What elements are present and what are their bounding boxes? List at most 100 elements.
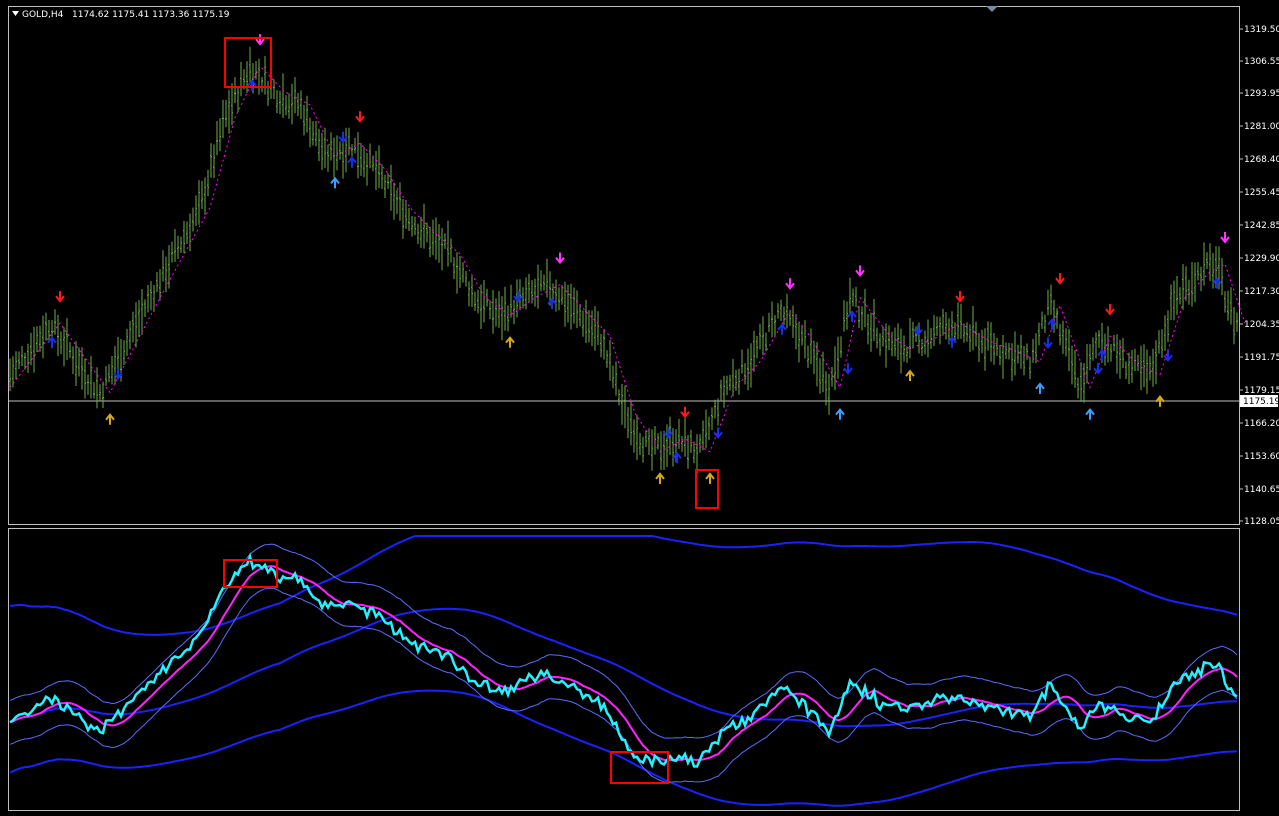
price-bar <box>501 296 503 341</box>
tick-label-5: 1255.45 <box>1244 188 1279 198</box>
price-bar <box>1116 334 1118 374</box>
price-bar <box>429 226 431 258</box>
price-bar <box>765 332 767 352</box>
tick-label-9: 1204.35 <box>1244 320 1279 330</box>
price-bar <box>141 288 143 335</box>
price-bar <box>66 318 68 361</box>
price-bar <box>1059 323 1061 346</box>
chart-canvas[interactable]: GOLD,H4 1174.62 1175.41 1173.36 1175.19 … <box>0 0 1279 812</box>
price-bar <box>360 143 362 177</box>
price-bar <box>129 320 131 350</box>
sell-arrow-icon <box>1105 303 1115 316</box>
price-bar <box>573 287 575 324</box>
price-bar <box>870 312 872 352</box>
price-bar <box>792 305 794 338</box>
price-bar <box>633 419 635 453</box>
price-bar <box>576 290 578 329</box>
price-bar <box>156 272 158 293</box>
price-bar <box>699 434 701 453</box>
price-bar <box>705 409 707 449</box>
price-bar <box>1164 315 1166 351</box>
price-bar <box>375 151 377 190</box>
symbol-label: GOLD,H4 <box>22 10 64 20</box>
sell-arrow-icon <box>955 291 965 303</box>
price-bar <box>195 195 197 226</box>
price-bar <box>1029 357 1031 380</box>
price-bar <box>816 342 818 387</box>
buy-arrow-icon <box>1085 408 1095 420</box>
price-bar <box>246 61 248 93</box>
tick-13: 1153.60 <box>1239 452 1279 462</box>
price-bars <box>9 46 1238 475</box>
price-bar <box>645 430 647 448</box>
price-bar <box>456 252 458 294</box>
price-bar <box>861 306 863 331</box>
price-bar <box>231 83 233 126</box>
tick-label-11: 1179.15 <box>1244 386 1279 396</box>
price-bar <box>1158 330 1160 354</box>
tick-label-12: 1166.20 <box>1244 419 1279 429</box>
price-bar <box>552 283 554 301</box>
tick-7: 1229.90 <box>1239 254 1279 264</box>
tick-label-2: 1293.95 <box>1244 89 1279 99</box>
sell-arrow-icon <box>1055 273 1065 285</box>
price-bar <box>825 371 827 406</box>
price-bar <box>1050 284 1052 315</box>
price-bar <box>693 441 695 464</box>
price-bar <box>99 384 101 402</box>
price-bar <box>558 287 560 311</box>
chart-window[interactable]: GOLD,H4 1174.62 1175.41 1173.36 1175.19 … <box>0 0 1279 812</box>
price-bar <box>1113 334 1115 352</box>
price-bar <box>186 221 188 244</box>
shift-marker-icon[interactable] <box>986 6 998 12</box>
price-bar <box>207 169 209 196</box>
price-bar <box>1194 262 1196 303</box>
price-bar <box>591 310 593 347</box>
tick-1: 1306.55 <box>1239 57 1279 67</box>
price-bar <box>390 164 392 211</box>
price-bar <box>702 420 704 451</box>
price-bar <box>213 144 215 178</box>
tick-label-3: 1281.00 <box>1244 122 1279 132</box>
price-bar <box>969 324 971 352</box>
price-bar <box>339 141 341 160</box>
price-bar <box>42 315 44 359</box>
price-bar <box>852 288 854 307</box>
price-bar <box>678 419 680 449</box>
price-bar <box>204 177 206 216</box>
price-bar <box>1227 290 1229 321</box>
price-bar <box>555 279 557 312</box>
price-bar <box>459 255 461 288</box>
price-bar <box>282 73 284 118</box>
tick-15: 1128.05 <box>1239 517 1279 527</box>
price-bar <box>900 328 902 374</box>
price-bar <box>690 429 692 453</box>
price-bar <box>465 271 467 287</box>
price-bar <box>201 180 203 210</box>
price-bar <box>36 326 38 352</box>
price-bar <box>183 220 185 254</box>
price-bar <box>222 99 224 139</box>
price-bar <box>396 189 398 215</box>
buy-arrow-icon <box>1212 276 1222 289</box>
price-bar <box>741 349 743 374</box>
price-bar <box>33 326 35 373</box>
price-bar <box>1167 310 1169 343</box>
price-bar <box>864 288 866 328</box>
dropdown-triangle-icon[interactable] <box>12 11 19 16</box>
price-bar <box>405 199 407 229</box>
price-bar <box>411 215 413 237</box>
buy-arrow-icon <box>672 451 682 464</box>
price-bar <box>1146 349 1148 394</box>
price-bar <box>897 323 899 360</box>
price-bar <box>27 343 29 373</box>
price-bar <box>1002 335 1004 379</box>
middle-band <box>9 607 1238 728</box>
price-bar <box>528 273 530 302</box>
price-bar <box>987 321 989 351</box>
tick-label-7: 1229.90 <box>1244 254 1279 264</box>
price-bar <box>540 270 542 292</box>
price-bar <box>321 132 323 170</box>
zigzag-path <box>9 65 1246 453</box>
price-bar <box>117 336 119 373</box>
